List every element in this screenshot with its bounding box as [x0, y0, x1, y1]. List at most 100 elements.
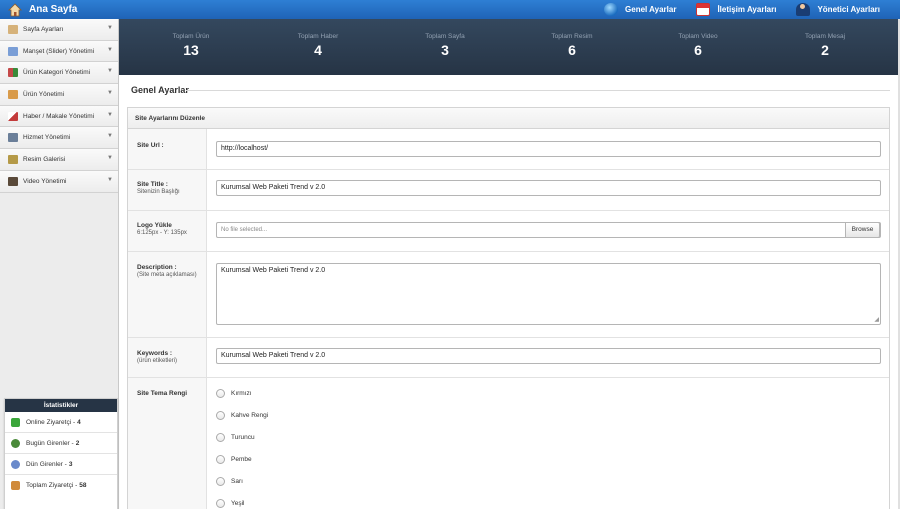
chevron-down-icon: ▼	[107, 176, 113, 183]
online-icon	[11, 417, 20, 427]
summary-total-videos: Toplam Video 6	[648, 33, 748, 58]
nav-genel-ayarlar[interactable]: Genel Ayarlar	[604, 0, 696, 19]
radio-button[interactable]	[216, 499, 225, 508]
sidebar-item-manset-slider[interactable]: Manşet (Slider) Yönetimi ▼	[0, 40, 118, 63]
summary-value: 2	[821, 42, 829, 58]
gallery-icon	[8, 154, 18, 164]
label-cell: Description : (Site meta açıklaması)	[128, 252, 207, 337]
stat-value: 4	[77, 418, 81, 426]
panel-title: Site Ayarlarını Düzenle	[128, 108, 889, 129]
nav-iletisim-ayarlari[interactable]: İletişim Ayarları	[696, 0, 796, 19]
radio-button[interactable]	[216, 433, 225, 442]
theme-option-label: Kırmızı	[231, 390, 252, 397]
sidebar-item-resim-galerisi[interactable]: Resim Galerisi ▼	[0, 149, 118, 171]
nav-yonetici-ayarlari-label: Yönetici Ayarları	[817, 5, 880, 14]
summary-label: Toplam Mesaj	[804, 33, 846, 40]
theme-option-pembe[interactable]: Pembe	[216, 455, 252, 464]
keywords-label: Keywords :	[137, 350, 173, 357]
page-title-divider	[186, 90, 890, 91]
sidebar-item-urun-kategori[interactable]: Ürün Kategori Yönetimi ▼	[0, 62, 118, 85]
summary-value: 6	[568, 42, 576, 58]
site-title-hint: Sitenizin Başlığı	[137, 189, 180, 195]
label-cell: Site Url :	[128, 129, 207, 169]
theme-option-kirmizi[interactable]: Kırmızı	[216, 389, 252, 398]
row-theme-color: Site Tema Rengi Kırmızı Kahve Rengi Turu…	[128, 378, 889, 509]
users-today-icon	[11, 438, 20, 448]
resize-grip-icon[interactable]: ◢	[874, 316, 879, 323]
summary-total-news: Toplam Haber 4	[268, 33, 368, 58]
globe-icon	[604, 3, 619, 16]
top-nav: Genel Ayarlar İletişim Ayarları Yönetici…	[604, 0, 900, 19]
top-bar: Ana Sayfa Genel Ayarlar İletişim Ayarlar…	[0, 0, 900, 19]
site-title-label: Site Title :	[137, 181, 168, 188]
site-url-input[interactable]: http://localhost/	[216, 141, 881, 157]
site-title-input[interactable]: Kurumsal Web Paketi Trend v 2.0	[216, 180, 881, 196]
page-title: Genel Ayarlar	[131, 85, 189, 95]
slider-icon	[8, 46, 18, 56]
theme-option-yesil[interactable]: Yeşil	[216, 499, 245, 508]
user-icon	[796, 3, 811, 16]
sidebar: Sayfa Ayarları ▼ Manşet (Slider) Yönetim…	[0, 19, 119, 509]
row-site-title: Site Title : Sitenizin Başlığı Kurumsal …	[128, 170, 889, 211]
summary-value: 6	[694, 42, 702, 58]
chevron-down-icon: ▼	[107, 46, 113, 53]
summary-value: 3	[441, 42, 449, 58]
sidebar-item-hizmet-yonetimi[interactable]: Hizmet Yönetimi ▼	[0, 127, 118, 150]
theme-option-kahve[interactable]: Kahve Rengi	[216, 411, 268, 420]
row-logo-upload: Logo Yükle 6:125px - Y: 135px No file se…	[128, 211, 889, 252]
chevron-down-icon: ▼	[107, 155, 113, 162]
theme-option-label: Turuncu	[231, 434, 255, 441]
summary-label: Toplam Video	[678, 33, 718, 40]
home-stats-icon	[11, 481, 20, 490]
calendar-icon	[696, 3, 711, 16]
chevron-down-icon: ▼	[107, 68, 113, 75]
summary-label: Toplam Resim	[551, 33, 593, 40]
sidebar-item-sayfa-ayarlari[interactable]: Sayfa Ayarları ▼	[0, 19, 118, 41]
site-url-label: Site Url :	[137, 142, 164, 149]
radio-button[interactable]	[216, 477, 225, 486]
stat-value: 2	[75, 439, 80, 447]
stat-label: Bugün Girenler -	[26, 439, 74, 447]
summary-bar: Toplam Ürün 13 Toplam Haber 4 Toplam Say…	[119, 19, 900, 75]
radio-button[interactable]	[216, 389, 225, 398]
summary-value: 13	[183, 42, 199, 58]
stat-label: Online Ziyaretçi -	[26, 418, 76, 426]
chevron-down-icon: ▼	[107, 90, 113, 97]
sidebar-item-haber-makale[interactable]: Haber / Makale Yönetimi ▼	[0, 105, 118, 128]
stat-label: Toplam Ziyaretçi -	[26, 482, 78, 489]
description-label: Description :	[137, 264, 177, 271]
sidebar-item-video-yonetimi[interactable]: Video Yönetimi ▼	[0, 170, 118, 193]
sidebar-item-label: Haber / Makale Yönetimi	[23, 112, 95, 120]
theme-option-sari[interactable]: Sarı	[216, 477, 243, 486]
sidebar-item-label: Ürün Kategori Yönetimi	[23, 69, 91, 77]
theme-option-label: Pembe	[231, 456, 252, 463]
category-icon	[8, 68, 18, 78]
radio-button[interactable]	[216, 455, 225, 464]
house-icon	[8, 2, 22, 17]
sidebar-item-label: Hizmet Yönetimi	[23, 134, 71, 142]
sidebar-item-urun-yonetimi[interactable]: Ürün Yönetimi ▼	[0, 84, 118, 106]
logo-hint: 6:125px - Y: 135px	[137, 230, 187, 236]
browse-button[interactable]: Browse	[845, 222, 880, 238]
description-hint: (Site meta açıklaması)	[137, 272, 197, 278]
nav-yonetici-ayarlari[interactable]: Yönetici Ayarları	[796, 0, 900, 19]
sidebar-item-label: Ürün Yönetimi	[23, 90, 65, 98]
logo-label: Logo Yükle	[137, 222, 172, 229]
theme-option-label: Sarı	[231, 478, 243, 485]
summary-label: Toplam Ürün	[172, 33, 210, 40]
description-textarea[interactable]: Kurumsal Web Paketi Trend v 2.0 ◢	[216, 263, 881, 325]
news-icon	[8, 111, 18, 121]
stat-today-visitors: Bugün Girenler - 2	[5, 433, 117, 454]
logo-file-input[interactable]: No file selected... Browse	[216, 222, 881, 238]
brand[interactable]: Ana Sayfa	[0, 0, 119, 19]
sidebar-item-label: Sayfa Ayarları	[23, 25, 64, 33]
keywords-input[interactable]: Kurumsal Web Paketi Trend v 2.0	[216, 348, 881, 364]
chevron-down-icon: ▼	[107, 133, 113, 140]
product-icon	[8, 89, 18, 99]
theme-option-turuncu[interactable]: Turuncu	[216, 433, 255, 442]
radio-button[interactable]	[216, 411, 225, 420]
stat-yesterday-visitors: Dün Girenler - 3	[5, 454, 117, 475]
stat-value: 58	[79, 482, 87, 489]
keywords-hint: (ürün etiketleri)	[137, 358, 178, 364]
brand-title: Ana Sayfa	[29, 4, 78, 15]
